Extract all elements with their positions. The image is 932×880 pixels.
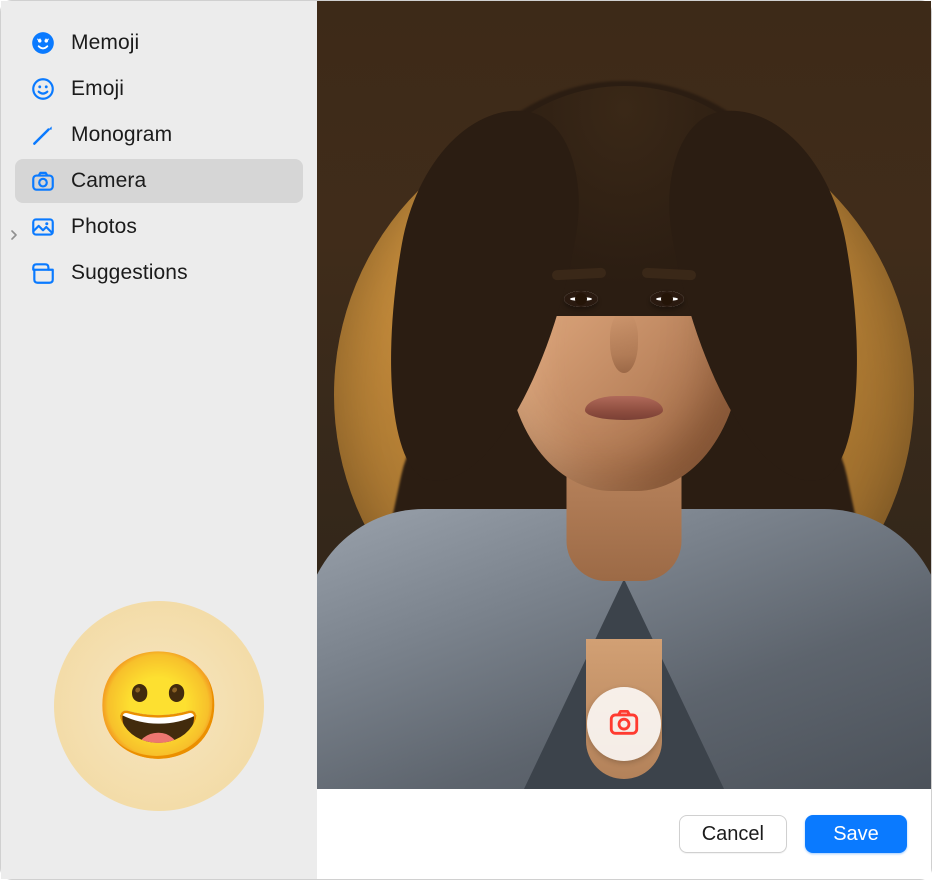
cancel-button[interactable]: Cancel <box>679 815 787 853</box>
sidebar-item-suggestions[interactable]: Suggestions <box>15 251 303 295</box>
sidebar-item-label: Photos <box>71 215 137 239</box>
sidebar: Memoji Emoji Monogram <box>1 1 317 879</box>
capture-photo-button[interactable] <box>587 687 661 761</box>
camera-icon <box>29 167 57 195</box>
save-button[interactable]: Save <box>805 815 907 853</box>
sidebar-item-photos[interactable]: Photos <box>15 205 303 249</box>
sidebar-item-label: Memoji <box>71 31 139 55</box>
sidebar-list: Memoji Emoji Monogram <box>15 21 303 295</box>
chevron-right-icon[interactable] <box>9 222 19 232</box>
sidebar-item-label: Camera <box>71 169 146 193</box>
photos-icon <box>29 213 57 241</box>
current-avatar-preview: 😀 <box>54 601 264 811</box>
sidebar-item-monogram[interactable]: Monogram <box>15 113 303 157</box>
sidebar-item-label: Emoji <box>71 77 124 101</box>
camera-subject-placeholder <box>364 1 884 789</box>
sidebar-item-memoji[interactable]: Memoji <box>15 21 303 65</box>
sidebar-item-label: Suggestions <box>71 261 188 285</box>
camera-preview <box>317 1 931 789</box>
sidebar-item-emoji[interactable]: Emoji <box>15 67 303 111</box>
main-panel: Cancel Save <box>317 1 931 879</box>
avatar-emoji: 😀 <box>94 654 225 759</box>
camera-capture-icon <box>607 705 641 744</box>
sidebar-item-camera[interactable]: Camera <box>15 159 303 203</box>
suggestions-icon <box>29 259 57 287</box>
footer: Cancel Save <box>317 789 931 879</box>
memoji-icon <box>29 29 57 57</box>
monogram-icon <box>29 121 57 149</box>
emoji-icon <box>29 75 57 103</box>
sidebar-item-label: Monogram <box>71 123 172 147</box>
